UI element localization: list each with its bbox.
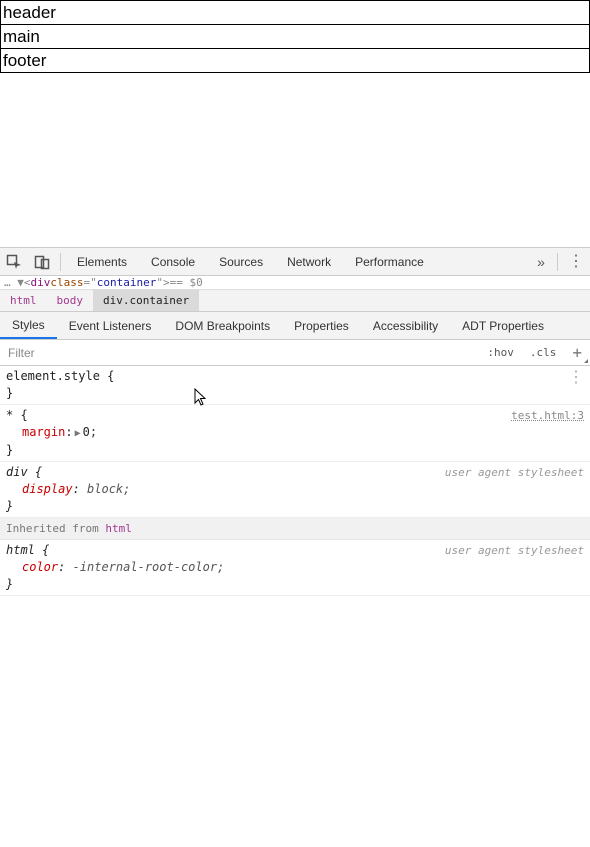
css-property: display xyxy=(22,482,73,496)
rule-source-ua: user agent stylesheet xyxy=(445,542,584,559)
tabs-overflow-icon[interactable]: » xyxy=(529,254,553,270)
page-content: header main footer xyxy=(0,0,590,73)
new-style-rule-button[interactable]: + xyxy=(564,340,590,365)
tab-elements[interactable]: Elements xyxy=(65,248,139,275)
rule-source-link[interactable]: test.html:3 xyxy=(511,407,584,424)
page-row-main: main xyxy=(1,25,589,49)
tab-sources[interactable]: Sources xyxy=(207,248,275,275)
inherited-from-bar: Inherited from html xyxy=(0,518,590,540)
rule-element-style[interactable]: ⋮ element.style { } xyxy=(0,366,590,405)
inherited-label: Inherited from xyxy=(6,522,105,535)
css-value: -internal-root-color xyxy=(73,560,218,574)
elements-val: container xyxy=(97,276,157,289)
css-property: margin xyxy=(22,425,65,439)
hov-toggle[interactable]: :hov xyxy=(479,340,522,365)
tab-network[interactable]: Network xyxy=(275,248,343,275)
tab-performance[interactable]: Performance xyxy=(343,248,436,275)
rule-html-ua[interactable]: user agent stylesheet html { color: -int… xyxy=(0,540,590,596)
crumb-div-container[interactable]: div.container xyxy=(93,290,199,311)
rule-selector: html xyxy=(6,543,35,557)
subtab-event-listeners[interactable]: Event Listeners xyxy=(57,312,164,339)
elements-tag: div xyxy=(31,276,51,289)
cls-toggle[interactable]: .cls xyxy=(522,340,565,365)
subtab-adt-properties[interactable]: ADT Properties xyxy=(450,312,556,339)
inspect-element-icon[interactable] xyxy=(0,249,28,275)
elements-prefix: … ▼ xyxy=(4,276,24,289)
device-toolbar-icon[interactable] xyxy=(28,249,56,275)
styles-filter-input[interactable] xyxy=(0,340,479,365)
css-declaration[interactable]: margin:▶0; xyxy=(6,424,584,442)
rule-star[interactable]: test.html:3 * { margin:▶0; } xyxy=(0,405,590,462)
devtools-panel: Elements Console Sources Network Perform… xyxy=(0,247,590,847)
css-property: color xyxy=(22,560,58,574)
css-declaration[interactable]: color: -internal-root-color; xyxy=(6,559,584,576)
styles-subtabs: Styles Event Listeners DOM Breakpoints P… xyxy=(0,312,590,340)
subtab-properties[interactable]: Properties xyxy=(282,312,361,339)
rule-menu-icon[interactable]: ⋮ xyxy=(568,368,584,385)
tab-console[interactable]: Console xyxy=(139,248,207,275)
toolbar-divider xyxy=(557,253,558,271)
subtab-accessibility[interactable]: Accessibility xyxy=(361,312,450,339)
page-row-header: header xyxy=(1,1,589,25)
subtab-dom-breakpoints[interactable]: DOM Breakpoints xyxy=(163,312,282,339)
page-row-footer: footer xyxy=(1,49,589,72)
breadcrumb: html body div.container xyxy=(0,290,590,312)
elements-tree-row[interactable]: … ▼ <div class="container"> == $0 xyxy=(0,276,590,290)
crumb-html[interactable]: html xyxy=(0,290,47,311)
styles-pane: ⋮ element.style { } test.html:3 * { marg… xyxy=(0,366,590,596)
css-declaration[interactable]: display: block; xyxy=(6,481,584,498)
rule-selector: div xyxy=(6,465,28,479)
css-value: 0 xyxy=(83,425,90,439)
styles-filter-bar: :hov .cls + xyxy=(0,340,590,366)
rule-div-ua[interactable]: user agent stylesheet div { display: blo… xyxy=(0,462,590,518)
elements-dollar0: == $0 xyxy=(170,276,203,289)
rule-selector: * xyxy=(6,408,13,422)
elements-attr: class xyxy=(50,276,83,289)
crumb-body[interactable]: body xyxy=(47,290,94,311)
rule-source-ua: user agent stylesheet xyxy=(445,464,584,481)
css-value: block xyxy=(87,482,123,496)
devtools-toolbar: Elements Console Sources Network Perform… xyxy=(0,248,590,276)
devtools-menu-icon[interactable]: ⋮ xyxy=(562,254,590,270)
inherited-from-element[interactable]: html xyxy=(105,522,132,535)
devtools-main-tabs: Elements Console Sources Network Perform… xyxy=(65,248,529,275)
toolbar-divider xyxy=(60,253,61,271)
subtab-styles[interactable]: Styles xyxy=(0,312,57,339)
rule-selector: element.style xyxy=(6,369,100,383)
